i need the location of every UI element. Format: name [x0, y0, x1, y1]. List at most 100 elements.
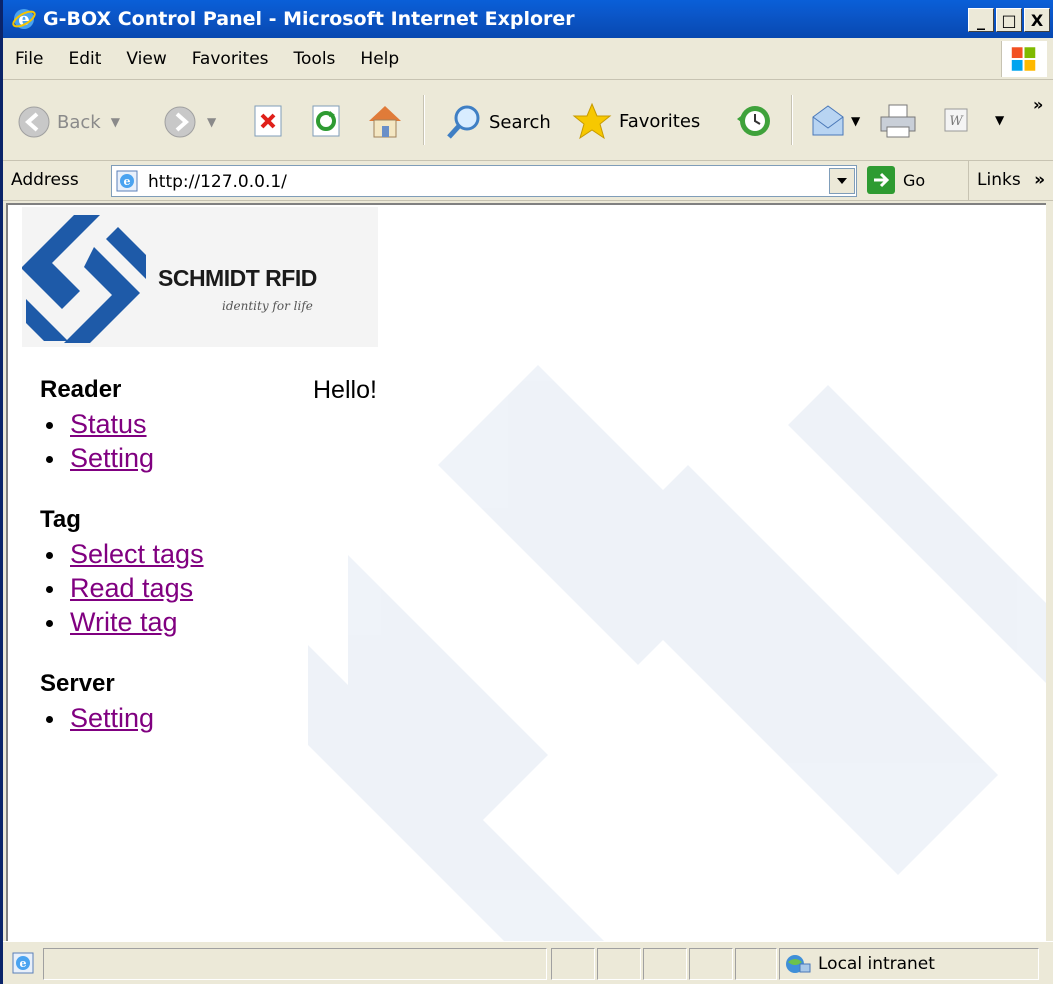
menu-view[interactable]: View: [126, 49, 166, 69]
logo-tagline: identity for life: [222, 299, 313, 313]
menu-edit[interactable]: Edit: [68, 49, 101, 69]
mail-dropdown-icon[interactable]: ▼: [851, 114, 860, 128]
favorites-label: Favorites: [619, 110, 701, 132]
favorites-star-icon: [572, 102, 612, 140]
section-heading-server: Server: [40, 670, 115, 697]
forward-dropdown-icon[interactable]: ▼: [207, 115, 216, 129]
mail-icon: [812, 105, 844, 136]
search-label: Search: [489, 111, 551, 133]
link-select-tags[interactable]: Select tags: [70, 539, 204, 569]
home-button[interactable]: [365, 101, 405, 141]
close-button[interactable]: X: [1024, 8, 1050, 32]
go-button[interactable]: Go: [867, 166, 925, 194]
list-item: Select tags: [40, 537, 300, 571]
reader-links: Status Setting: [40, 407, 300, 475]
list-item: Write tag: [40, 605, 300, 639]
edit-dropdown-icon[interactable]: ▼: [995, 113, 1004, 127]
server-links: Setting: [40, 701, 300, 735]
schmidt-watermark-logo: [308, 365, 1046, 941]
list-item: Setting: [40, 701, 300, 735]
refresh-button[interactable]: [309, 103, 343, 139]
list-item: Setting: [40, 441, 300, 475]
links-label: Links: [977, 170, 1021, 190]
logo-text: SCHMIDT RFID: [158, 265, 317, 291]
search-button[interactable]: Search: [445, 103, 551, 141]
back-button[interactable]: Back ▼: [17, 105, 120, 139]
print-button[interactable]: [877, 101, 919, 141]
list-item: Read tags: [40, 571, 300, 605]
title-bar[interactable]: e G-BOX Control Panel - Microsoft Intern…: [3, 0, 1053, 38]
favorites-button[interactable]: Favorites: [571, 101, 700, 141]
stop-button[interactable]: [251, 103, 285, 139]
link-reader-status[interactable]: Status: [70, 409, 147, 439]
edit-word-button[interactable]: W ▼: [943, 107, 1004, 133]
tag-links: Select tags Read tags Write tag: [40, 537, 300, 639]
browser-window: e G-BOX Control Panel - Microsoft Intern…: [0, 0, 1053, 984]
maximize-button[interactable]: □: [996, 8, 1022, 32]
standard-toolbar: Back ▼ ▼ Search Favorites ▼ W ▼ »: [3, 81, 1053, 161]
schmidt-rfid-logo: SCHMIDT RFID identity for life: [22, 207, 378, 347]
back-label: Back: [57, 111, 101, 133]
svg-text:W: W: [949, 114, 964, 129]
go-arrow-icon: [867, 166, 895, 194]
links-toolbar[interactable]: Links »: [968, 161, 1045, 201]
stop-icon: [254, 105, 282, 137]
local-intranet-icon: [786, 955, 811, 973]
forward-arrow-icon: [164, 106, 196, 138]
windows-logo-icon: [1001, 41, 1047, 77]
status-panel: [551, 948, 595, 980]
printer-icon: [880, 104, 916, 138]
menu-help[interactable]: Help: [360, 49, 399, 69]
section-heading-reader: Reader: [40, 376, 122, 403]
security-zone-panel: Local intranet: [779, 948, 1039, 980]
menu-tools[interactable]: Tools: [294, 49, 336, 69]
menu-bar: File Edit View Favorites Tools Help: [3, 38, 1053, 80]
zone-label: Local intranet: [818, 954, 935, 974]
toolbar-overflow-chevron[interactable]: »: [1033, 95, 1043, 114]
link-server-setting[interactable]: Setting: [70, 703, 154, 733]
menu-file[interactable]: File: [15, 49, 43, 69]
history-icon: [737, 106, 770, 136]
menu-favorites[interactable]: Favorites: [192, 49, 269, 69]
section-heading-tag: Tag: [40, 506, 81, 533]
link-write-tag[interactable]: Write tag: [70, 607, 178, 637]
status-panel: [689, 948, 733, 980]
internet-explorer-icon: e: [12, 9, 36, 30]
mail-button[interactable]: ▼: [807, 101, 860, 141]
schmidt-logo-mark-icon: [22, 215, 146, 343]
status-panel: [597, 948, 641, 980]
word-document-icon: W: [944, 108, 968, 132]
chevron-down-icon: [837, 178, 847, 184]
window-title: G-BOX Control Panel - Microsoft Internet…: [43, 8, 575, 30]
vertical-scrollbar[interactable]: [1046, 203, 1053, 941]
page-content: SCHMIDT RFID identity for life Reader St…: [6, 203, 1046, 941]
status-text-panel: [43, 948, 547, 980]
ie-page-status-icon: e: [12, 952, 34, 974]
search-icon: [447, 105, 480, 139]
forward-button[interactable]: ▼: [163, 105, 216, 139]
go-label: Go: [903, 170, 926, 190]
links-overflow-chevron[interactable]: »: [1034, 170, 1045, 190]
address-bar: Address e http://127.0.0.1/ Go Links »: [3, 161, 1053, 201]
minimize-button[interactable]: _: [968, 8, 994, 32]
svg-text:e: e: [20, 957, 27, 970]
address-input[interactable]: e http://127.0.0.1/: [111, 165, 857, 197]
history-button[interactable]: [733, 101, 775, 141]
navigation-sidebar: Reader Status Setting Tag Select tags Re…: [40, 373, 300, 763]
status-bar: e Local intranet: [3, 941, 1053, 984]
svg-text:e: e: [124, 175, 131, 188]
link-read-tags[interactable]: Read tags: [70, 573, 193, 603]
status-panel: [643, 948, 687, 980]
address-label: Address: [11, 170, 79, 190]
address-dropdown-button[interactable]: [829, 168, 855, 194]
link-reader-setting[interactable]: Setting: [70, 443, 154, 473]
back-arrow-icon: [18, 106, 50, 138]
refresh-icon: [312, 105, 340, 137]
back-dropdown-icon[interactable]: ▼: [111, 115, 120, 129]
list-item: Status: [40, 407, 300, 441]
home-icon: [369, 106, 401, 138]
page-icon: e: [116, 170, 138, 192]
status-panel: [735, 948, 777, 980]
address-url: http://127.0.0.1/: [148, 172, 287, 192]
greeting-text: Hello!: [313, 376, 377, 404]
